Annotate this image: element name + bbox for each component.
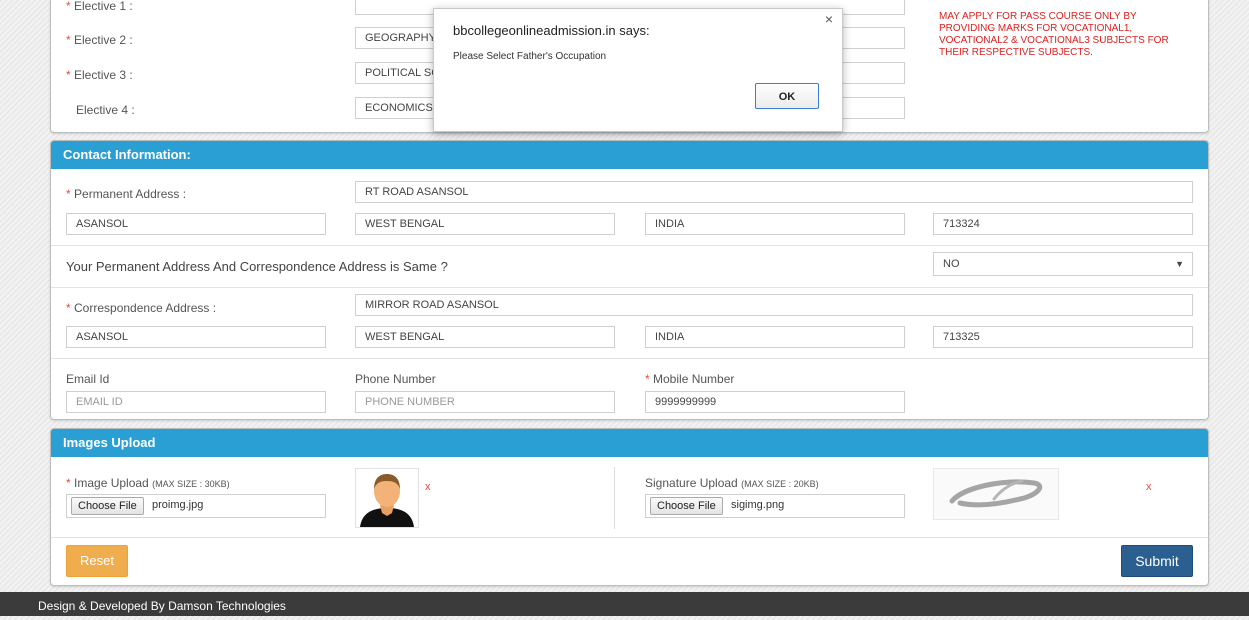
correspondence-state-input[interactable]: WEST BENGAL — [355, 326, 615, 348]
permanent-city-input[interactable]: ASANSOL — [66, 213, 326, 235]
permanent-address-input[interactable]: RT ROAD ASANSOL — [355, 181, 1193, 203]
correspondence-city-input[interactable]: ASANSOL — [66, 326, 326, 348]
mobile-label: * Mobile Number — [645, 372, 735, 386]
image-filename: proimg.jpg — [152, 499, 204, 511]
chevron-down-icon: ▼ — [1175, 259, 1184, 269]
dialog-close-icon[interactable]: × — [825, 11, 833, 27]
mobile-input[interactable]: 9999999999 — [645, 391, 905, 413]
dialog-message: Please Select Father's Occupation — [453, 51, 607, 62]
correspondence-country-input[interactable]: INDIA — [645, 326, 905, 348]
remove-signature-icon[interactable]: x — [1146, 481, 1152, 493]
phone-label: Phone Number — [355, 372, 436, 386]
signature-file-input[interactable]: Choose File sigimg.png — [645, 494, 905, 518]
correspondence-pin-input[interactable]: 713325 — [933, 326, 1193, 348]
choose-file-button[interactable]: Choose File — [650, 497, 723, 515]
dialog-title: bbcollegeonlineadmission.in says: — [453, 23, 650, 38]
images-panel: Images Upload * Image Upload (MAX SIZE :… — [50, 428, 1209, 586]
email-input[interactable]: EMAIL ID — [66, 391, 326, 413]
elective-notice: MAY APPLY FOR PASS COURSE ONLY BY PROVID… — [939, 11, 1169, 58]
signature-preview — [933, 468, 1059, 520]
permanent-state-input[interactable]: WEST BENGAL — [355, 213, 615, 235]
contact-header: Contact Information: — [51, 141, 1208, 169]
column-divider — [614, 467, 615, 529]
correspondence-address-label: * Correspondence Address : — [66, 301, 217, 315]
phone-input[interactable]: PHONE NUMBER — [355, 391, 615, 413]
image-upload-label: * Image Upload (MAX SIZE : 30KB) — [66, 476, 230, 490]
signature-filename: sigimg.png — [731, 499, 785, 511]
signature-upload-label: Signature Upload (MAX SIZE : 20KB) — [645, 476, 819, 490]
submit-button[interactable]: Submit — [1121, 545, 1193, 577]
reset-button[interactable]: Reset — [66, 545, 128, 577]
permanent-country-input[interactable]: INDIA — [645, 213, 905, 235]
divider — [51, 287, 1208, 288]
divider — [51, 358, 1208, 359]
email-label: Email Id — [66, 372, 110, 386]
dialog-ok-button[interactable]: OK — [755, 83, 819, 109]
actions-bar: Reset Submit — [51, 537, 1208, 585]
elective-2-label: * Elective 2 : — [66, 33, 133, 47]
footer-credit: Design & Developed By Damson Technologie… — [38, 599, 286, 613]
permanent-pin-input[interactable]: 713324 — [933, 213, 1193, 235]
image-file-input[interactable]: Choose File proimg.jpg — [66, 494, 326, 518]
same-address-select[interactable]: NO ▼ — [933, 252, 1193, 276]
remove-image-icon[interactable]: x — [425, 481, 431, 493]
divider — [51, 245, 1208, 246]
same-address-question: Your Permanent Address And Correspondenc… — [66, 259, 448, 274]
person-icon — [360, 474, 414, 527]
signature-icon — [949, 479, 1043, 508]
elective-3-label: * Elective 3 : — [66, 68, 133, 82]
alert-dialog: bbcollegeonlineadmission.in says: × Plea… — [433, 8, 843, 132]
permanent-address-label: * Permanent Address : — [66, 187, 187, 201]
elective-1-label: * Elective 1 : — [66, 0, 133, 13]
footer: Design & Developed By Damson Technologie… — [0, 592, 1249, 616]
images-header: Images Upload — [51, 429, 1208, 457]
contact-panel: Contact Information: * Permanent Address… — [50, 140, 1209, 420]
correspondence-address-input[interactable]: MIRROR ROAD ASANSOL — [355, 294, 1193, 316]
choose-file-button[interactable]: Choose File — [71, 497, 144, 515]
elective-4-label: Elective 4 : — [76, 103, 135, 117]
avatar-preview — [355, 468, 419, 528]
